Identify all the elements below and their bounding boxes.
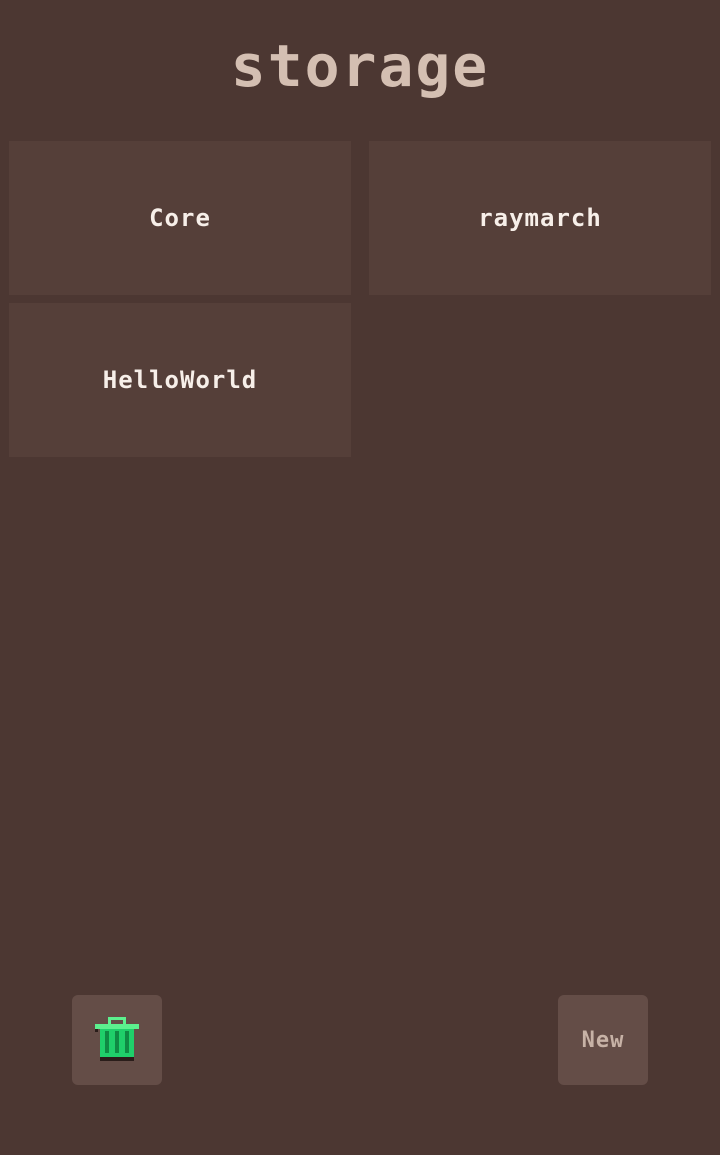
storage-item[interactable]: Core xyxy=(9,141,351,295)
storage-item[interactable]: raymarch xyxy=(369,141,711,295)
trash-icon xyxy=(94,1017,140,1063)
storage-item-label: raymarch xyxy=(478,204,602,232)
storage-item-label: Core xyxy=(149,204,211,232)
new-button[interactable]: New xyxy=(558,995,648,1085)
page-title: storage xyxy=(230,32,490,100)
storage-item-label: HelloWorld xyxy=(102,366,258,394)
delete-button[interactable] xyxy=(72,995,162,1085)
storage-item[interactable]: HelloWorld xyxy=(9,303,351,457)
